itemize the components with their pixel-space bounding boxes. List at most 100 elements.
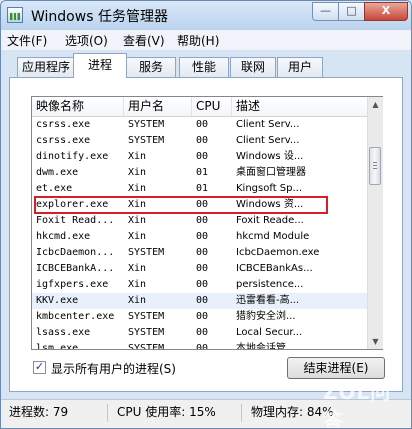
process-cpu: 00 (196, 119, 209, 130)
process-row[interactable]: dwm.exe Xin 01 桌面窗口管理器 (32, 165, 368, 181)
process-cpu: 00 (196, 343, 209, 350)
process-description: persistence... (236, 279, 304, 290)
process-cpu: 01 (196, 167, 209, 178)
process-user-name: SYSTEM (128, 311, 165, 322)
process-cpu: 00 (196, 247, 209, 258)
menu-options[interactable]: 选项(O) (65, 32, 108, 49)
process-image-name: igfxpers.exe (36, 279, 109, 290)
column-image-name[interactable]: 映像名称 (32, 97, 124, 116)
process-cpu: 00 (196, 327, 209, 338)
tab-applications[interactable]: 应用程序 (17, 57, 75, 77)
process-row[interactable]: lsass.exe SYSTEM 00 Local Secur... (32, 325, 368, 341)
process-image-name: Foxit Read... (36, 215, 115, 226)
process-image-name: hkcmd.exe (36, 231, 91, 242)
process-row[interactable]: csrss.exe SYSTEM 00 Client Serv... (32, 133, 368, 149)
process-row[interactable]: KKV.exe Xin 00 迅雷看看-高... (32, 293, 368, 309)
tab-users[interactable]: 用户 (277, 57, 323, 77)
process-description: Client Serv... (236, 119, 300, 130)
process-user-name: SYSTEM (128, 119, 165, 130)
process-image-name: et.exe (36, 183, 73, 194)
process-cpu: 00 (196, 295, 209, 306)
scroll-down-icon[interactable]: ▼ (368, 334, 383, 349)
process-description: Client Serv... (236, 135, 300, 146)
vertical-scrollbar[interactable]: ▲ ▼ (367, 97, 383, 349)
scroll-up-icon[interactable]: ▲ (368, 97, 383, 112)
process-row[interactable]: kmbcenter.exe SYSTEM 00 猎豹安全浏... (32, 309, 368, 325)
process-row[interactable]: IcbcDaemon... SYSTEM 00 IcbcDaemon.exe (32, 245, 368, 261)
process-image-name: KKV.exe (36, 295, 79, 306)
process-row[interactable]: hkcmd.exe Xin 00 hkcmd Module (32, 229, 368, 245)
process-cpu: 00 (196, 151, 209, 162)
menu-help[interactable]: 帮助(H) (177, 32, 219, 49)
process-user-name: SYSTEM (128, 135, 165, 146)
window-title: Windows 任务管理器 (31, 9, 168, 25)
process-description: hkcmd Module (236, 231, 310, 242)
process-user-name: Xin (128, 215, 147, 226)
process-cpu: 00 (196, 199, 209, 210)
task-manager-icon (7, 7, 23, 23)
process-image-name: explorer.exe (36, 199, 109, 210)
show-all-users-checkbox[interactable]: ✓ (33, 361, 46, 374)
process-user-name: SYSTEM (128, 247, 165, 258)
process-user-name: Xin (128, 151, 147, 162)
process-row[interactable]: igfxpers.exe Xin 00 persistence... (32, 277, 368, 293)
process-user-name: Xin (128, 295, 147, 306)
process-user-name: Xin (128, 263, 147, 274)
process-row[interactable]: explorer.exe Xin 00 Windows 资... (32, 197, 368, 213)
process-row[interactable]: et.exe Xin 01 Kingsoft Sp... (32, 181, 368, 197)
process-user-name: Xin (128, 279, 147, 290)
process-user-name: SYSTEM (128, 327, 165, 338)
process-image-name: lsass.exe (36, 327, 91, 338)
process-user-name: Xin (128, 167, 147, 178)
status-divider (107, 404, 108, 422)
process-cpu: 00 (196, 231, 209, 242)
process-cpu: 01 (196, 183, 209, 194)
close-button[interactable]: X (364, 2, 408, 21)
show-all-users-label[interactable]: 显示所有用户的进程(S) (51, 360, 176, 377)
process-row[interactable]: Foxit Read... Xin 00 Foxit Reade... (32, 213, 368, 229)
process-row[interactable]: dinotify.exe Xin 00 Windows 设... (32, 149, 368, 165)
maximize-button[interactable]: □ (338, 2, 365, 21)
process-description: 迅雷看看-高... (236, 295, 300, 306)
process-description: IcbcDaemon.exe (236, 247, 320, 258)
task-manager-window: Windows 任务管理器 — □ X 文件(F) 选项(O) 查看(V) 帮助… (0, 0, 412, 429)
status-divider (241, 404, 242, 422)
tab-networking[interactable]: 联网 (230, 57, 276, 77)
process-user-name: SYSTEM (128, 343, 165, 350)
minimize-button[interactable]: — (312, 2, 339, 21)
process-row[interactable]: csrss.exe SYSTEM 00 Client Serv... (32, 117, 368, 133)
process-image-name: dwm.exe (36, 167, 79, 178)
process-row[interactable]: lsm.exe SYSTEM 00 本地会话管... (32, 341, 368, 350)
status-cpu-usage: CPU 使用率: 15% (117, 405, 216, 419)
process-cpu: 00 (196, 135, 209, 146)
process-cpu: 00 (196, 215, 209, 226)
menu-bar: 文件(F) 选项(O) 查看(V) 帮助(H) (1, 30, 411, 50)
status-process-count: 进程数: 79 (9, 405, 69, 419)
process-row[interactable]: ICBCEBankA... Xin 00 ICBCEBankAs... (32, 261, 368, 277)
title-bar[interactable]: Windows 任务管理器 — □ X (1, 1, 411, 29)
process-description: Foxit Reade... (236, 215, 304, 226)
process-image-name: csrss.exe (36, 135, 91, 146)
process-description: Local Secur... (236, 327, 303, 338)
column-description[interactable]: 描述 (232, 97, 368, 116)
watermark-logo: ZOL问答 (323, 380, 392, 429)
process-image-name: ICBCEBankA... (36, 263, 115, 274)
column-user-name[interactable]: 用户名 (124, 97, 192, 116)
menu-view[interactable]: 查看(V) (123, 32, 165, 49)
process-image-name: IcbcDaemon... (36, 247, 115, 258)
menu-file[interactable]: 文件(F) (7, 32, 47, 49)
process-list[interactable]: 映像名称 用户名 CPU 描述 csrss.exe SYSTEM 00 Client … (31, 96, 383, 350)
process-user-name: Xin (128, 199, 147, 210)
scroll-thumb[interactable] (369, 147, 381, 185)
column-cpu[interactable]: CPU (192, 97, 232, 116)
process-cpu: 00 (196, 279, 209, 290)
process-description: ICBCEBankAs... (236, 263, 313, 274)
process-image-name: kmbcenter.exe (36, 311, 115, 322)
tab-processes[interactable]: 进程 (73, 53, 127, 78)
process-description: 本地会话管... (236, 343, 296, 350)
process-description: 桌面窗口管理器 (236, 167, 306, 178)
process-user-name: Xin (128, 231, 147, 242)
tab-performance[interactable]: 性能 (179, 57, 229, 77)
list-header: 映像名称 用户名 CPU 描述 (32, 97, 382, 117)
tab-services[interactable]: 服务 (126, 57, 176, 77)
